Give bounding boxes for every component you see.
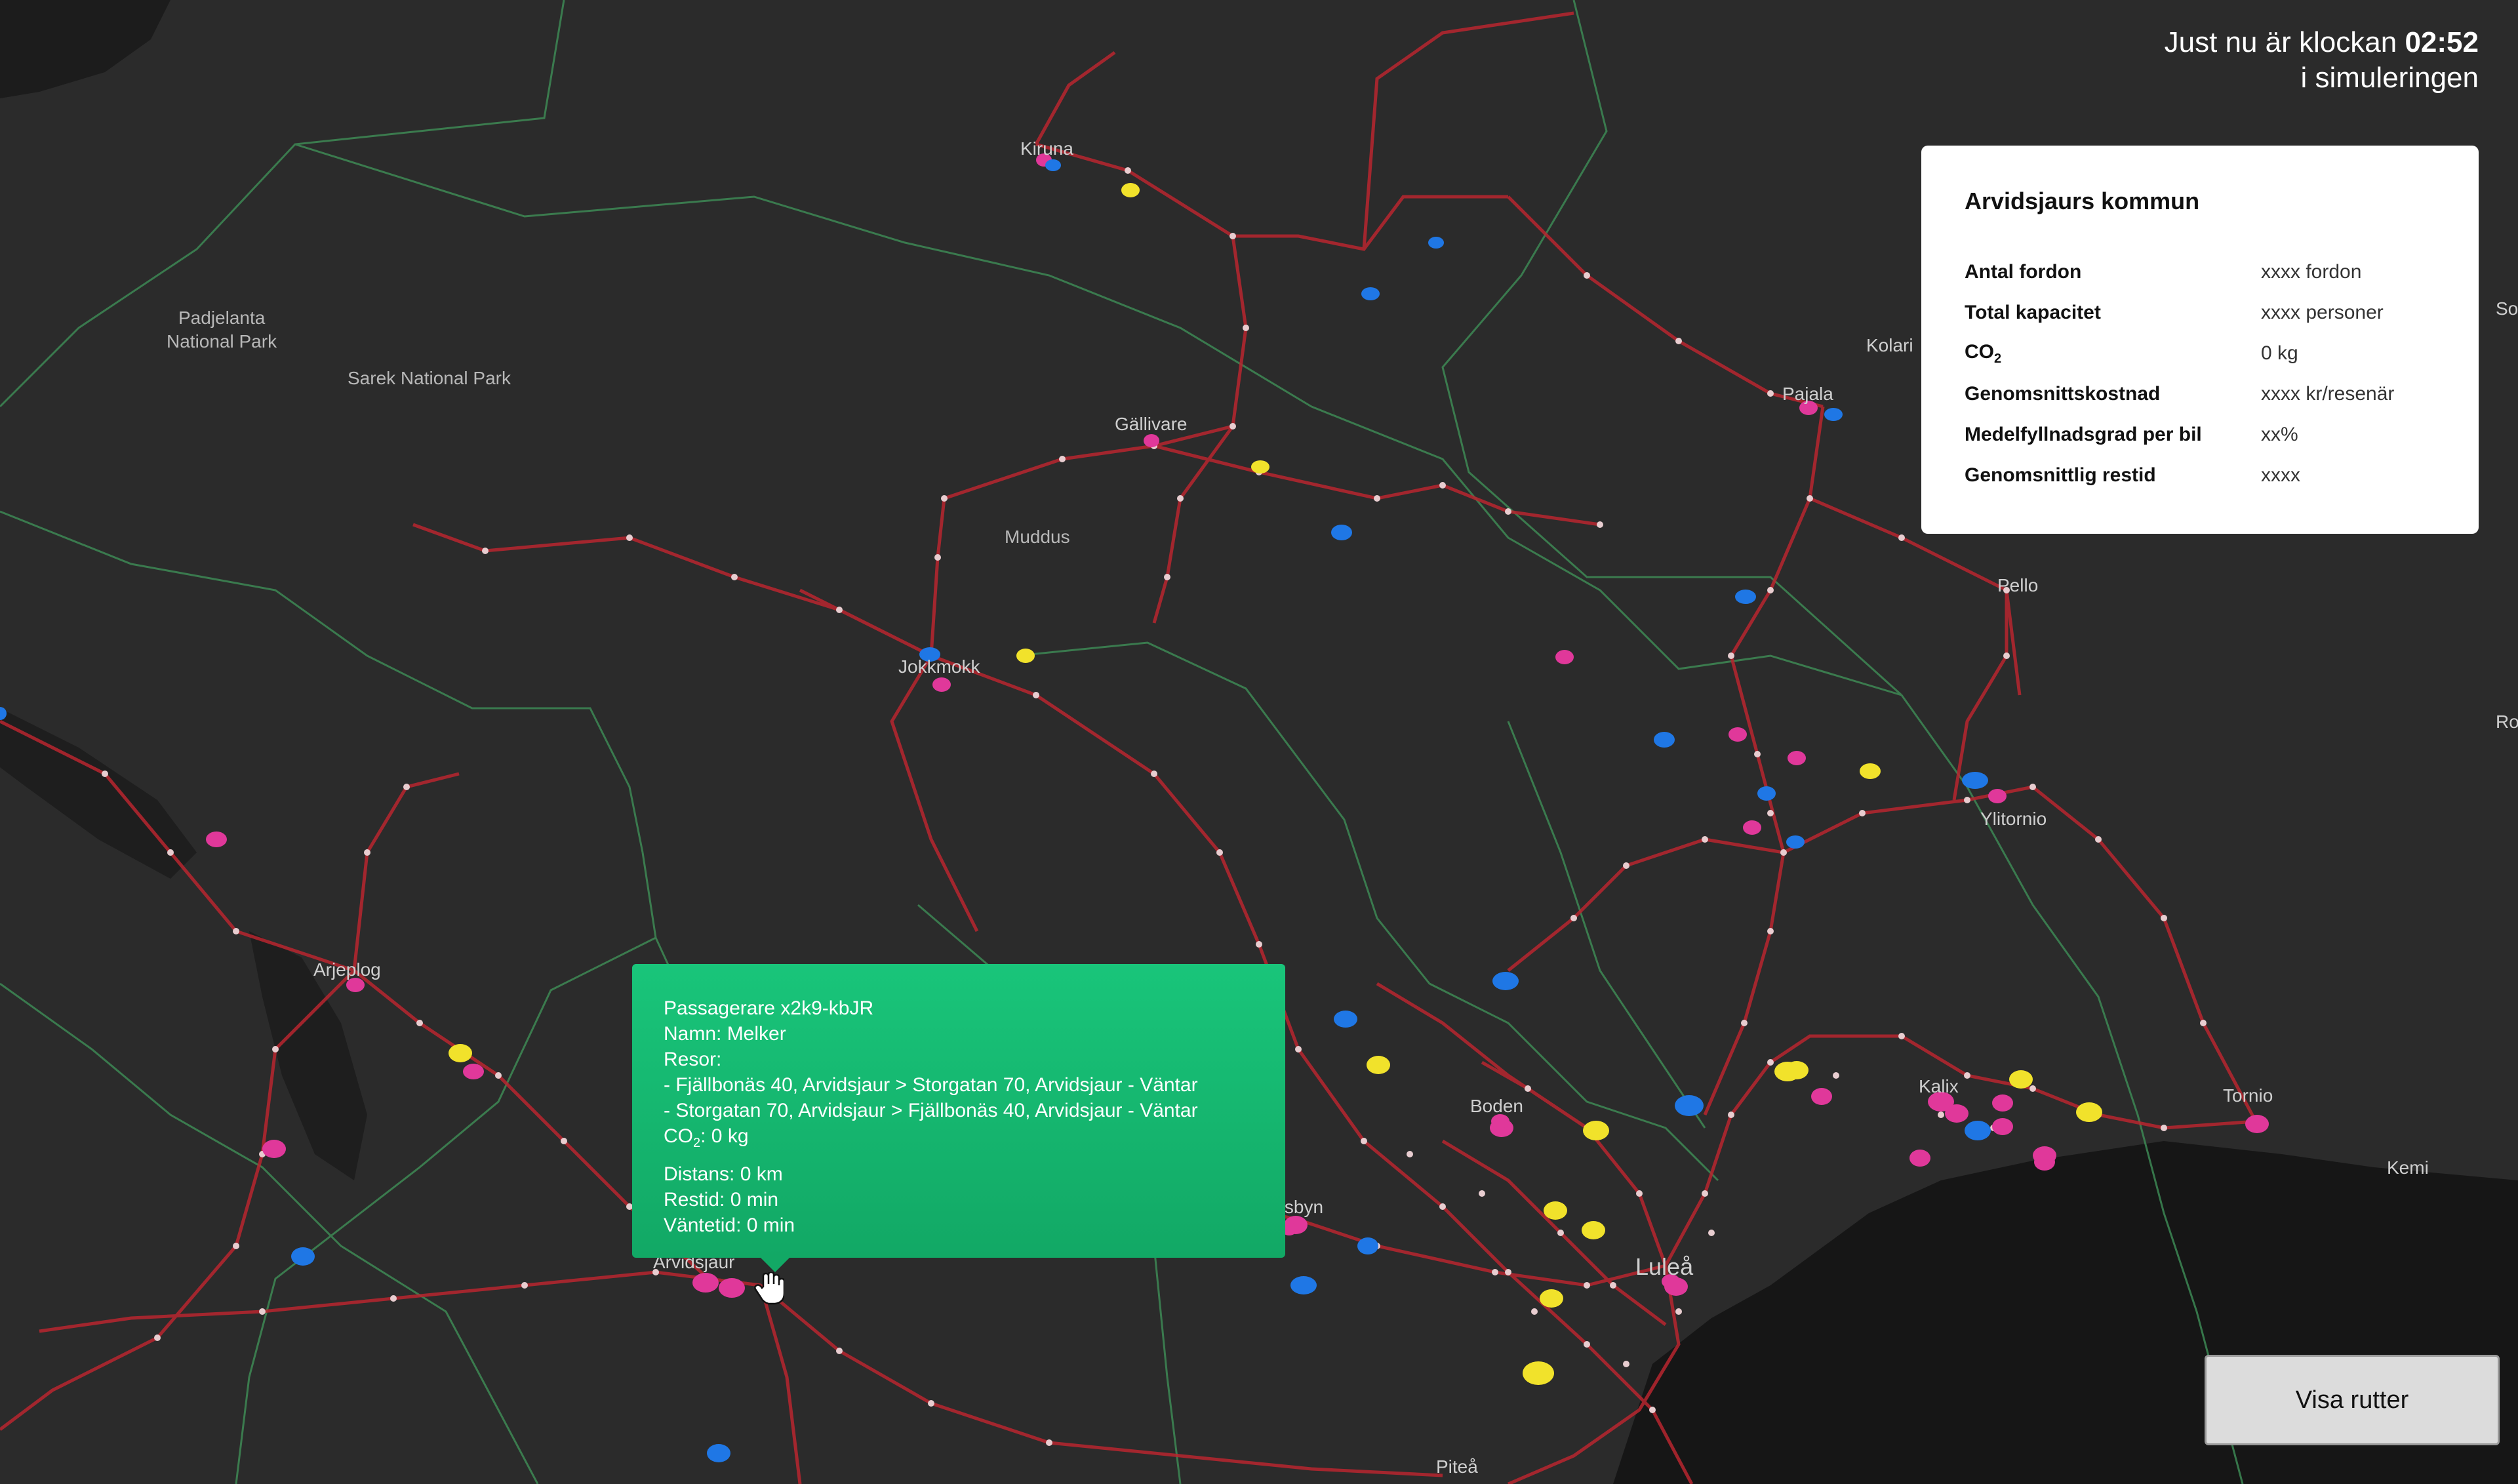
stat-row-co2: CO2 0 kg	[1965, 333, 2435, 374]
co2-text: CO	[664, 1125, 693, 1147]
co2-value: : 0 kg	[700, 1125, 749, 1147]
place-label-padjelanta: Padjelanta	[178, 308, 266, 328]
tooltip-trip: - Storgatan 70, Arvidsjaur > Fjällbonäs …	[664, 1100, 1198, 1121]
place-label-edge-so: So	[2496, 298, 2518, 319]
place-label-gallivare: Gällivare	[1115, 414, 1187, 434]
place-label-kalix: Kalix	[1919, 1076, 1959, 1096]
show-routes-button[interactable]: Visa rutter	[2205, 1355, 2500, 1445]
place-label-sarek: Sarek National Park	[348, 368, 511, 388]
stat-label: CO2	[1965, 341, 2261, 367]
place-label-jokkmokk: Jokkmokk	[898, 656, 980, 677]
co2-text: CO	[1965, 340, 1994, 363]
place-label-national-park: National Park	[167, 331, 277, 351]
place-label-arjeplog: Arjeplog	[313, 959, 381, 980]
place-label-tornio: Tornio	[2223, 1085, 2273, 1106]
stat-label: Genomsnittlig restid	[1965, 464, 2156, 486]
stat-row-fill-rate: Medelfyllnadsgrad per bil xx%	[1965, 414, 2435, 455]
stat-row-avg-cost: Genomsnittskostnad xxxx kr/resenär	[1965, 374, 2435, 414]
place-label-kolari: Kolari	[1866, 335, 1913, 355]
tooltip-wait-time: Väntetid: 0 min	[664, 1214, 795, 1236]
clock-prefix: Just nu är klockan	[2164, 26, 2397, 58]
stat-label: Antal fordon	[1965, 261, 2082, 283]
place-label-muddus: Muddus	[1005, 527, 1070, 547]
hand-cursor-icon	[754, 1272, 784, 1305]
place-label-pajala: Pajala	[1782, 384, 1833, 404]
place-label-pello: Pello	[1997, 575, 2038, 595]
tooltip-name: Namn: Melker	[664, 1023, 786, 1045]
tooltip-title: Passagerare x2k9-kbJR	[664, 997, 874, 1019]
tooltip-distance: Distans: 0 km	[664, 1163, 783, 1185]
stat-value: xxxx kr/resenär	[2261, 383, 2395, 405]
place-label-pitea: Piteå	[1436, 1456, 1478, 1477]
place-label-ylitornio: Ylitornio	[1980, 809, 2047, 829]
clock-suffix: i simuleringen	[2300, 62, 2479, 94]
stat-row-vehicles: Antal fordon xxxx fordon	[1965, 252, 2435, 292]
co2-subscript: 2	[1994, 351, 2002, 366]
place-label-edge-ro: Ro	[2496, 712, 2518, 732]
stat-label: Total kapacitet	[1965, 302, 2101, 323]
co2-subscript: 2	[693, 1136, 701, 1150]
stat-row-capacity: Total kapacitet xxxx personer	[1965, 292, 2435, 333]
simulation-clock: Just nu är klockan 02:52 i simuleringen	[2165, 25, 2479, 96]
stat-value: xxxx	[2261, 464, 2300, 486]
stat-label: Genomsnittskostnad	[1965, 383, 2161, 405]
panel-title: Arvidsjaurs kommun	[1965, 188, 2200, 214]
tooltip-trips-heading: Resor:	[664, 1049, 722, 1070]
stat-row-travel-time: Genomsnittlig restid xxxx	[1965, 455, 2435, 496]
tooltip-travel-time: Restid: 0 min	[664, 1189, 779, 1211]
tooltip-trip: - Fjällbonäs 40, Arvidsjaur > Storgatan …	[664, 1074, 1198, 1096]
stat-value: 0 kg	[2261, 342, 2298, 364]
tooltip-co2: CO2: 0 kg	[664, 1123, 1254, 1156]
place-label-lulea: Luleå	[1635, 1253, 1694, 1280]
place-label-kiruna: Kiruna	[1020, 138, 1073, 159]
stat-value: xx%	[2261, 424, 2298, 445]
passenger-tooltip: Passagerare x2k9-kbJR Namn: Melker Resor…	[632, 964, 1285, 1272]
stat-value: xxxx fordon	[2261, 261, 2362, 283]
place-label-kemi: Kemi	[2387, 1157, 2429, 1178]
municipality-info-panel: Arvidsjaurs kommun Antal fordon xxxx for…	[1921, 146, 2479, 534]
clock-time: 02:52	[2405, 26, 2479, 58]
stat-value: xxxx personer	[2261, 302, 2384, 323]
stat-label: Medelfyllnadsgrad per bil	[1965, 424, 2202, 445]
place-label-boden: Boden	[1470, 1096, 1523, 1116]
